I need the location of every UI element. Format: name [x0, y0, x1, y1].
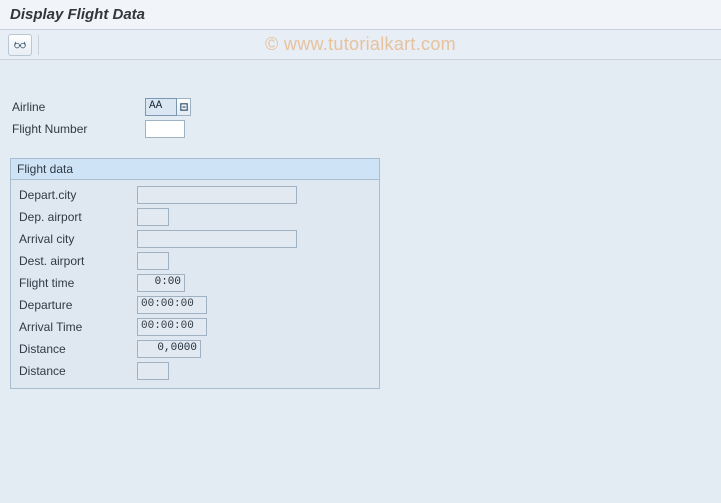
sap-window: Display Flight Data © www.tutorialkart.c…	[0, 0, 721, 503]
dep-airport-field	[137, 208, 169, 226]
row-dep-airport: Dep. airport	[17, 206, 373, 228]
flight-time-field: 0:00	[137, 274, 185, 292]
toolbar-separator	[38, 35, 39, 55]
arrival-city-field	[137, 230, 297, 248]
row-distance-unit: Distance	[17, 360, 373, 382]
content-area: Airline AA Flight Number Flight data Dep…	[0, 60, 721, 399]
page-title: Display Flight Data	[10, 6, 711, 23]
distance-unit-label: Distance	[17, 364, 137, 378]
flight-data-group: Flight data Depart.city Dep. airport Arr…	[10, 158, 380, 389]
row-dest-airport: Dest. airport	[17, 250, 373, 272]
dest-airport-field	[137, 252, 169, 270]
distance-unit-field	[137, 362, 169, 380]
arrival-time-field: 00:00:00	[137, 318, 207, 336]
execute-button[interactable]	[8, 34, 32, 56]
row-flight-number: Flight Number	[10, 118, 711, 140]
depart-city-label: Depart.city	[17, 188, 137, 202]
group-title: Flight data	[11, 159, 379, 180]
row-departure: Departure 00:00:00	[17, 294, 373, 316]
row-depart-city: Depart.city	[17, 184, 373, 206]
distance-label: Distance	[17, 342, 137, 356]
toolbar	[0, 30, 721, 60]
distance-field: 0,0000	[137, 340, 201, 358]
group-body: Depart.city Dep. airport Arrival city De…	[11, 180, 379, 388]
arrival-time-label: Arrival Time	[17, 320, 137, 334]
depart-city-field	[137, 186, 297, 204]
row-arrival-time: Arrival Time 00:00:00	[17, 316, 373, 338]
title-bar: Display Flight Data	[0, 0, 721, 30]
glasses-icon	[13, 38, 27, 52]
flight-time-label: Flight time	[17, 276, 137, 290]
row-arrival-city: Arrival city	[17, 228, 373, 250]
row-airline: Airline AA	[10, 96, 711, 118]
airline-input[interactable]: AA	[145, 98, 177, 116]
flight-number-label: Flight Number	[10, 122, 145, 136]
airline-label: Airline	[10, 100, 145, 114]
flight-number-input[interactable]	[145, 120, 185, 138]
dest-airport-label: Dest. airport	[17, 254, 137, 268]
arrival-city-label: Arrival city	[17, 232, 137, 246]
airline-f4-button[interactable]	[177, 98, 191, 116]
search-help-icon	[180, 103, 188, 111]
departure-label: Departure	[17, 298, 137, 312]
row-flight-time: Flight time 0:00	[17, 272, 373, 294]
row-distance: Distance 0,0000	[17, 338, 373, 360]
departure-field: 00:00:00	[137, 296, 207, 314]
dep-airport-label: Dep. airport	[17, 210, 137, 224]
